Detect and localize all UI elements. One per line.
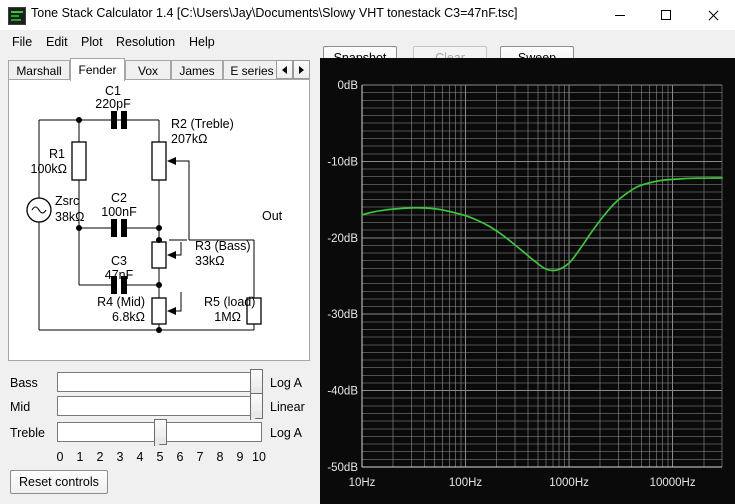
label-r5-ref: R5 (load) <box>204 295 255 309</box>
svg-text:0dB: 0dB <box>338 80 359 92</box>
scale-0: 0 <box>52 450 68 464</box>
right-arrow-icon <box>299 66 304 74</box>
label-r4-ref: R4 (Mid) <box>97 295 145 309</box>
scale-7: 7 <box>192 450 208 464</box>
close-icon <box>707 10 718 21</box>
treble-slider-thumb[interactable] <box>154 419 167 445</box>
label-c3-value: 47nF <box>105 268 134 282</box>
treble-slider[interactable] <box>57 422 262 442</box>
treble-label: Treble <box>10 426 45 440</box>
resistor-r1 <box>72 142 86 180</box>
menu-resolution[interactable]: Resolution <box>110 33 181 51</box>
title-bar: Tone Stack Calculator 1.4 [C:\Users\Jay\… <box>0 0 735 30</box>
panel-divider <box>315 58 317 504</box>
label-zsrc-ref: Zsrc <box>55 194 79 208</box>
bass-label: Bass <box>10 376 38 390</box>
label-c3-ref: C3 <box>111 254 127 268</box>
tab-scroll-right-button[interactable] <box>293 60 310 79</box>
resistor-r3-bass <box>152 242 166 268</box>
resistor-r2-treble <box>152 142 166 180</box>
svg-text:1000Hz: 1000Hz <box>549 477 589 489</box>
mid-slider[interactable] <box>57 396 262 416</box>
svg-text:10000Hz: 10000Hz <box>650 477 696 489</box>
scale-4: 4 <box>132 450 148 464</box>
scale-6: 6 <box>172 450 188 464</box>
maximize-icon <box>661 10 671 20</box>
menu-file[interactable]: File <box>6 33 38 51</box>
svg-text:-10dB: -10dB <box>327 156 358 168</box>
label-c2-value: 100nF <box>101 205 137 219</box>
label-r1-value: 100kΩ <box>31 162 67 176</box>
label-r3-ref: R3 (Bass) <box>195 239 251 253</box>
tab-strip: Marshall Fender Vox James E series <box>8 58 310 80</box>
svg-text:-30dB: -30dB <box>327 309 358 321</box>
label-r2-value: 207kΩ <box>171 132 207 146</box>
svg-text:-40dB: -40dB <box>327 386 358 398</box>
circuit-schematic: C1 220pF R1 100kΩ C2 100nF R2 (Treble) 2… <box>9 80 309 360</box>
tab-marshall[interactable]: Marshall <box>8 60 70 80</box>
tab-scroll-left-button[interactable] <box>276 60 293 79</box>
svg-text:-20dB: -20dB <box>327 233 358 245</box>
app-icon <box>8 7 26 25</box>
label-out: Out <box>262 209 283 223</box>
svg-text:-50dB: -50dB <box>327 462 358 474</box>
minimize-icon <box>615 15 625 16</box>
svg-text:10Hz: 10Hz <box>349 477 376 489</box>
mid-slider-thumb[interactable] <box>250 393 263 419</box>
scale-2: 2 <box>92 450 108 464</box>
frequency-response-graph[interactable]: 0dB -10dB -20dB -30dB -40dB -50dB 10Hz 100Hz 100… <box>320 58 735 504</box>
scale-8: 8 <box>212 450 228 464</box>
treble-curve-label: Log A <box>270 426 302 440</box>
tab-vox[interactable]: Vox <box>125 60 171 80</box>
bass-slider-thumb[interactable] <box>250 369 263 395</box>
label-r2-ref: R2 (Treble) <box>171 117 234 131</box>
label-r3-value: 33kΩ <box>195 254 225 268</box>
scale-3: 3 <box>112 450 128 464</box>
mid-label: Mid <box>10 400 30 414</box>
menu-plot[interactable]: Plot <box>75 33 109 51</box>
tab-james[interactable]: James <box>171 60 223 80</box>
maximize-button[interactable] <box>643 0 689 30</box>
label-zsrc-value: 38kΩ <box>55 210 85 224</box>
tab-e-series[interactable]: E series <box>223 60 281 80</box>
window-controls <box>597 0 735 30</box>
label-c2-ref: C2 <box>111 191 127 205</box>
window-title: Tone Stack Calculator 1.4 [C:\Users\Jay\… <box>31 6 517 20</box>
scale-9: 9 <box>232 450 248 464</box>
label-r5-value: 1MΩ <box>214 310 241 324</box>
response-plot: 0dB -10dB -20dB -30dB -40dB -50dB 10Hz 100Hz 100… <box>320 58 735 504</box>
minimize-button[interactable] <box>597 0 643 30</box>
resistor-r4-mid <box>152 298 166 324</box>
application-window: Tone Stack Calculator 1.4 [C:\Users\Jay\… <box>0 0 735 504</box>
label-c1-ref: C1 <box>105 84 121 98</box>
mid-curve-label: Linear <box>270 400 305 414</box>
capacitor-c2 <box>111 219 127 237</box>
reset-controls-button[interactable]: Reset controls <box>10 470 108 494</box>
scale-1: 1 <box>72 450 88 464</box>
close-button[interactable] <box>689 0 735 30</box>
bass-curve-label: Log A <box>270 376 302 390</box>
label-r1-ref: R1 <box>49 147 65 161</box>
bass-slider[interactable] <box>57 372 262 392</box>
menu-edit[interactable]: Edit <box>40 33 74 51</box>
schematic-panel: C1 220pF R1 100kΩ C2 100nF R2 (Treble) 2… <box>8 79 310 361</box>
svg-text:100Hz: 100Hz <box>449 477 482 489</box>
scale-10: 10 <box>251 450 267 464</box>
label-r4-value: 6.8kΩ <box>112 310 145 324</box>
left-arrow-icon <box>282 66 287 74</box>
menu-help[interactable]: Help <box>183 33 221 51</box>
scale-5: 5 <box>152 450 168 464</box>
label-c1-value: 220pF <box>95 97 131 111</box>
tab-fender[interactable]: Fender <box>70 58 125 81</box>
